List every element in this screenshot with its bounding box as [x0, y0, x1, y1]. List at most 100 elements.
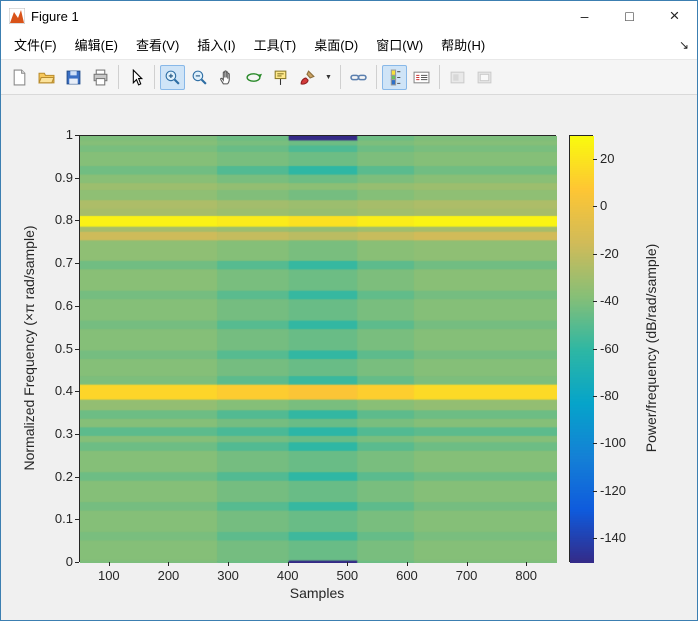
pointer-icon	[128, 68, 145, 86]
x-tick-label: 300	[217, 568, 239, 583]
x-tick-label: 600	[396, 568, 418, 583]
y-tick-label: 0.6	[54, 297, 73, 313]
colorbar-tick-mark	[593, 158, 597, 160]
y-tick-mark	[75, 135, 79, 136]
x-tick-label: 800	[515, 568, 538, 583]
menu-item-0[interactable]: 文件(F)	[5, 31, 66, 60]
data-cursor-icon	[272, 69, 289, 86]
colorbar-tick-label: -40	[600, 293, 619, 309]
x-tick-mark	[228, 562, 230, 566]
brush-dropdown-arrow[interactable]: ▼	[322, 65, 335, 90]
menu-item-3[interactable]: 插入(I)	[188, 31, 244, 60]
menu-item-6[interactable]: 窗口(W)	[367, 31, 432, 60]
zoom-in-icon	[164, 69, 181, 86]
hand-icon	[218, 69, 235, 86]
y-tick-label: 0.7	[54, 255, 73, 271]
y-tick-mark	[75, 305, 79, 307]
y-tick-label: 0.9	[54, 169, 73, 185]
toolbar-separator	[154, 65, 155, 89]
x-tick-label: 500	[336, 568, 359, 583]
colorbar-tick-mark	[593, 301, 597, 303]
printer-icon	[92, 69, 109, 86]
insert-legend-button[interactable]	[409, 65, 434, 90]
colorbar-icon	[386, 69, 403, 86]
menu-item-4[interactable]: 工具(T)	[245, 31, 306, 60]
colorbar-tick-label: -60	[600, 340, 619, 356]
x-tick-mark	[108, 562, 110, 566]
link-plot-icon	[350, 69, 367, 86]
open-folder-icon	[38, 69, 55, 86]
y-tick-label: 1	[65, 127, 73, 142]
colorbar-tick-mark	[593, 206, 597, 208]
toolbar-separator	[340, 65, 341, 89]
open-file-button[interactable]	[34, 65, 59, 90]
x-tick-mark	[466, 562, 468, 566]
menu-item-7[interactable]: 帮助(H)	[432, 31, 494, 60]
colorbar-gradient	[570, 136, 594, 563]
y-tick-mark	[75, 476, 79, 478]
legend-icon	[413, 69, 430, 86]
figure-canvas-area: Normalized Frequency (×π rad/sample) Sam…	[1, 95, 697, 620]
spectrogram-heatmap[interactable]	[80, 136, 557, 563]
x-tick-label: 200	[157, 568, 180, 583]
window-title: Figure 1	[31, 8, 79, 24]
colorbar-tick-label: -20	[600, 245, 619, 261]
menu-bar: 文件(F) 编辑(E) 查看(V) 插入(I) 工具(T) 桌面(D) 窗口(W) 帮助(H)…	[1, 31, 697, 60]
colorbar-tick-label: -120	[600, 482, 627, 498]
zoom-out-icon	[191, 69, 208, 86]
print-figure-button[interactable]	[88, 65, 113, 90]
y-axis-label: Normalized Frequency (×π rad/sample)	[21, 225, 37, 471]
x-tick-mark	[287, 562, 289, 566]
colorbar-tick-label: -80	[600, 387, 619, 403]
y-tick-mark	[75, 433, 79, 435]
y-tick-label: 0.3	[54, 425, 73, 441]
new-figure-button[interactable]	[7, 65, 32, 90]
colorbar-tick-mark	[593, 253, 597, 255]
plot-axes[interactable]	[79, 135, 557, 563]
link-plot-button[interactable]	[346, 65, 371, 90]
zoom-in-button[interactable]	[160, 64, 185, 90]
close-button[interactable]: ×	[652, 1, 697, 31]
colorbar-tick-label: -140	[600, 530, 627, 546]
colorbar-tick-mark	[593, 443, 597, 445]
data-cursor-button[interactable]	[268, 65, 293, 90]
colorbar-tick-mark	[593, 395, 597, 397]
y-tick-label: 0.4	[54, 383, 73, 399]
save-figure-button[interactable]	[61, 65, 86, 90]
figure-window-icon	[9, 8, 25, 24]
save-icon	[65, 69, 82, 86]
y-tick-label: 0.2	[54, 468, 73, 484]
toolbar-separator	[118, 65, 119, 89]
y-tick-mark	[75, 177, 79, 179]
x-tick-mark	[347, 562, 349, 566]
rotate-3d-button[interactable]	[241, 65, 266, 90]
zoom-out-button[interactable]	[187, 65, 212, 90]
pan-button[interactable]	[214, 65, 239, 90]
y-tick-mark	[75, 562, 79, 563]
brush-icon	[299, 69, 316, 86]
figure-window: Figure 1 – □ × 文件(F) 编辑(E) 查看(V) 插入(I) 工具(T)…	[0, 0, 698, 621]
title-bar: Figure 1 – □ ×	[1, 1, 697, 31]
y-tick-mark	[75, 263, 79, 265]
menu-item-5[interactable]: 桌面(D)	[305, 31, 367, 60]
menu-overflow-arrow[interactable]: ↘	[679, 31, 689, 60]
menu-item-1[interactable]: 编辑(E)	[66, 31, 127, 60]
y-tick-mark	[75, 348, 79, 350]
colorbar-tick-mark	[593, 348, 597, 350]
edit-plot-button[interactable]	[124, 65, 149, 90]
y-tick-label: 0.8	[54, 212, 73, 228]
brush-button[interactable]	[295, 65, 320, 90]
menu-item-2[interactable]: 查看(V)	[127, 31, 188, 60]
new-document-icon	[11, 69, 28, 86]
toolbar-separator	[376, 65, 377, 89]
y-tick-mark	[75, 391, 79, 393]
x-tick-mark	[526, 562, 528, 566]
minimize-button[interactable]: –	[562, 1, 607, 31]
maximize-button[interactable]: □	[607, 1, 652, 31]
toolbar: ▼	[1, 60, 697, 95]
insert-colorbar-button[interactable]	[382, 64, 407, 90]
dock-figure-icon	[476, 69, 493, 86]
rotate-3d-icon	[245, 69, 262, 86]
colorbar-tick-mark	[593, 490, 597, 492]
x-axis-label: Samples	[289, 585, 345, 601]
